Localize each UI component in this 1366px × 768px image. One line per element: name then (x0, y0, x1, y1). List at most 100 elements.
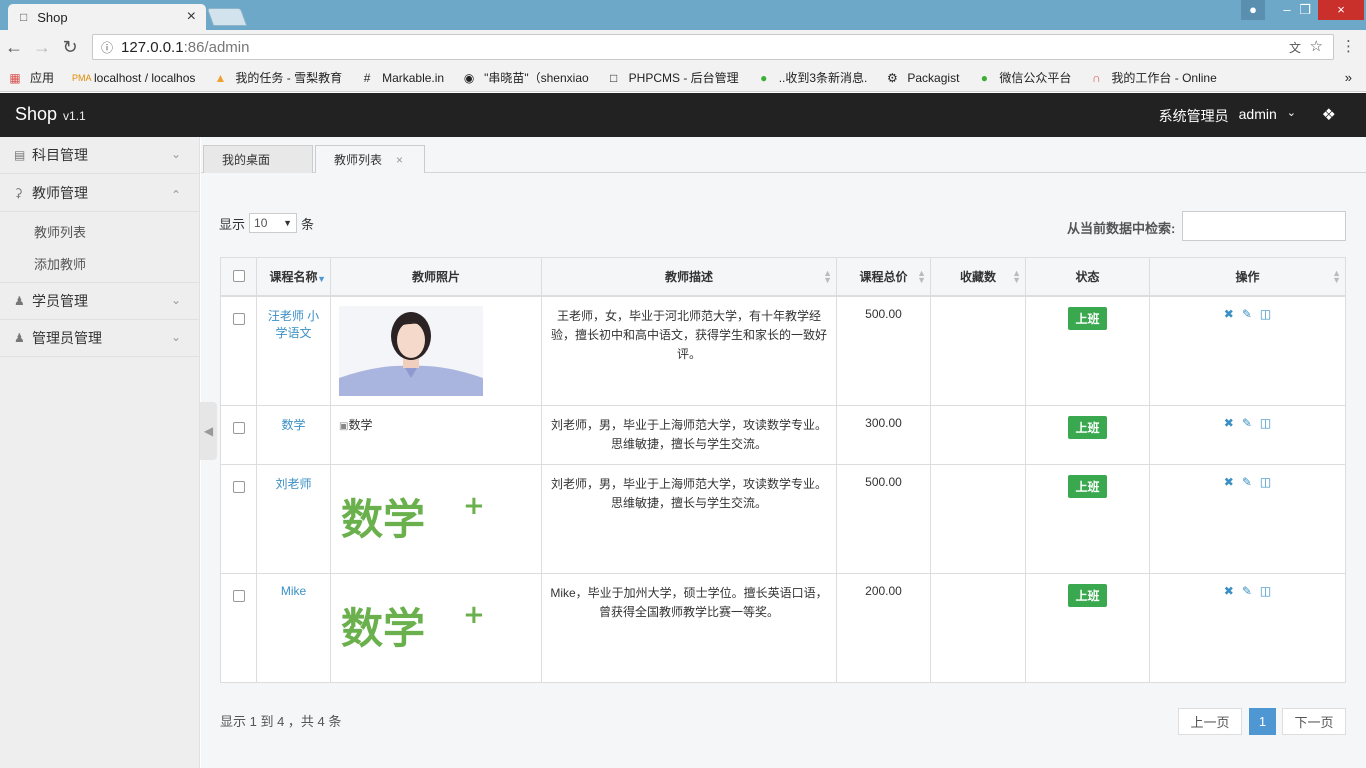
username: admin (1238, 106, 1277, 122)
page-icon: □ (20, 10, 28, 24)
sidebar-subitem-teacher-list[interactable]: 教师列表 (0, 215, 199, 247)
course-name-link[interactable]: 刘老师 (275, 477, 311, 491)
tools-icon[interactable]: ✖ (1224, 307, 1234, 321)
brand[interactable]: Shop v1.1 (15, 104, 86, 125)
col-actions[interactable]: 操作 ▲ ▼ (1149, 257, 1346, 297)
bookmark-item[interactable]: ⚙ Packagist (885, 71, 959, 85)
row-checkbox[interactable] (232, 421, 245, 434)
info-icon[interactable]: ⓘ (101, 39, 113, 56)
col-course-name[interactable]: 课程名称 ▼ (256, 257, 331, 297)
trash-icon[interactable]: ◫ (1260, 475, 1271, 489)
sidebar-item-teachers[interactable]: ⚳ 教师管理 ⌃ (0, 174, 199, 211)
profile-icon[interactable]: ● (1241, 0, 1265, 20)
tools-icon[interactable]: ✖ (1224, 416, 1234, 430)
photo-alt-text: 数学 (348, 417, 373, 432)
new-tab-button[interactable] (206, 8, 248, 26)
trash-icon[interactable]: ◫ (1260, 584, 1271, 598)
close-icon[interactable]: × (396, 153, 403, 167)
page-1-button[interactable]: 1 (1249, 708, 1276, 735)
teacher-description: 刘老师，男，毕业于上海师范大学，攻读数学专业。思维敏捷，擅长与学生交流。 (541, 404, 837, 465)
user-menu[interactable]: 系统管理员 admin ⌄ (1159, 106, 1296, 126)
app-header: Shop v1.1 系统管理员 admin ⌄ ❖ (0, 93, 1366, 137)
edit-icon[interactable]: ✎ (1242, 307, 1252, 321)
bookmark-item[interactable]: ● ..收到3条新消息. (757, 69, 867, 86)
close-window-button[interactable]: × (1318, 0, 1364, 20)
sidebar-item-admins[interactable]: ♟ 管理员管理 ⌄ (0, 320, 199, 357)
close-tab-icon[interactable]: × (187, 8, 196, 26)
teacher-photo (339, 305, 483, 396)
col-favorites[interactable]: 收藏数 ▲ ▼ (930, 257, 1026, 297)
url-path: :86/admin (183, 38, 250, 56)
col-price[interactable]: 课程总价 ▲ ▼ (836, 257, 931, 297)
sidebar-subitem-add-teacher[interactable]: 添加教师 (0, 247, 199, 279)
menu-icon[interactable]: ⋮ (1341, 37, 1356, 55)
user-role: 系统管理员 (1158, 108, 1229, 124)
select-all-cell (220, 257, 257, 297)
sort-icon: ▲ ▼ (1012, 268, 1021, 285)
bookmark-item[interactable]: ∩ 我的工作台 - Online (1089, 69, 1217, 86)
favorites-cell (930, 572, 1026, 683)
more-bookmarks-icon[interactable]: » (1345, 70, 1352, 85)
teacher-description: 王老师，女，毕业于河北师范大学，有十年教学经验，擅长初中和高中语文，获得学生和家… (541, 295, 837, 406)
translate-icon[interactable]: 文 (1289, 39, 1301, 56)
bookmark-item[interactable]: □ PHPCMS - 后台管理 (607, 69, 739, 86)
select-all-checkbox[interactable] (232, 269, 245, 282)
trash-icon[interactable]: ◫ (1260, 307, 1271, 321)
row-actions: ✖ ✎ ◫ (1158, 416, 1337, 430)
sidebar-item-students[interactable]: ♟ 学员管理 ⌄ (0, 283, 199, 320)
tools-icon[interactable]: ✖ (1224, 584, 1234, 598)
forward-icon[interactable]: → (28, 37, 56, 58)
status-badge: 上班 (1068, 415, 1107, 439)
chevron-down-icon: ⌄ (170, 330, 181, 344)
reload-icon[interactable]: ↻ (56, 37, 84, 58)
sidebar-collapse-handle[interactable]: ◀ (200, 402, 217, 460)
status-badge: 上班 (1068, 306, 1107, 330)
edit-icon[interactable]: ✎ (1242, 475, 1252, 489)
status-badge: 上班 (1068, 583, 1107, 607)
maximize-button[interactable]: ❐ (1290, 0, 1320, 20)
browser-toolbar: ← → ↻ ⓘ 127.0.0.1:86/admin 文 ☆ ⋮ (0, 30, 1366, 64)
teacher-description: Mike，毕业于加州大学，硕士学位。擅长英语口语，曾获得全国教师教学比赛一等奖。 (541, 572, 837, 683)
bookmark-item[interactable]: # Markable.in (360, 71, 444, 85)
wechat-icon: ● (760, 70, 768, 85)
svg-text:+: + (463, 600, 483, 630)
address-bar[interactable]: ⓘ 127.0.0.1:86/admin 文 ☆ (92, 34, 1334, 60)
caret-down-icon: ▼ (283, 218, 293, 228)
skin-icon[interactable]: ❖ (1322, 105, 1336, 125)
user-icon: ♟ (14, 331, 25, 345)
trash-icon[interactable]: ◫ (1260, 416, 1271, 430)
tab-desktop[interactable]: 我的桌面 (203, 145, 313, 173)
prev-page-button[interactable]: 上一页 (1178, 708, 1242, 735)
bookmark-item[interactable]: ● 微信公众平台 (977, 69, 1072, 86)
arch-icon: ∩ (1092, 70, 1101, 85)
col-description[interactable]: 教师描述 ▲ ▼ (541, 257, 837, 297)
bookmark-item[interactable]: ▲ 我的任务 - 雪梨教育 (213, 69, 342, 86)
tab-teacher-list[interactable]: 教师列表 × (315, 145, 425, 173)
tools-icon[interactable]: ✖ (1224, 475, 1234, 489)
course-name-link[interactable]: Mike (281, 584, 306, 598)
chevron-left-icon: ◀ (203, 424, 214, 438)
chevron-down-icon: ⌄ (170, 147, 181, 161)
row-checkbox[interactable] (232, 589, 245, 602)
course-name-link[interactable]: 数学 (281, 418, 305, 432)
teacher-table: 课程名称 ▼ 教师照片 教师描述 ▲ ▼ 课程总价 ▲ ▼ 收藏数 ▲ ▼ 状态 操作 ▲ ▼ 汪… (220, 257, 1346, 683)
search-input[interactable] (1182, 211, 1346, 241)
bookmark-star-icon[interactable]: ☆ (1310, 37, 1323, 55)
back-icon[interactable]: ← (0, 37, 28, 58)
browser-tab[interactable]: □ Shop × (8, 4, 206, 30)
page-size-select[interactable]: 10 ▼ (249, 213, 298, 233)
row-checkbox[interactable] (232, 480, 245, 493)
pma-icon: PMA (72, 72, 92, 83)
github-icon: ◉ (463, 70, 475, 85)
browser-tab-title: Shop (37, 9, 68, 25)
price-cell: 300.00 (836, 404, 931, 465)
edit-icon[interactable]: ✎ (1242, 416, 1252, 430)
bookmark-item[interactable]: PMA localhost / localhos (72, 71, 195, 85)
edit-icon[interactable]: ✎ (1242, 584, 1252, 598)
bookmark-item[interactable]: ◉ "串晓苗"（shenxiao (462, 69, 589, 86)
course-name-link[interactable]: 汪老师 小学语文 (268, 309, 319, 340)
bookmark-item[interactable]: ▦ 应用 (8, 69, 54, 86)
row-checkbox[interactable] (232, 312, 245, 325)
next-page-button[interactable]: 下一页 (1282, 708, 1346, 735)
sidebar-item-subjects[interactable]: ▤ 科目管理 ⌄ (0, 137, 199, 174)
